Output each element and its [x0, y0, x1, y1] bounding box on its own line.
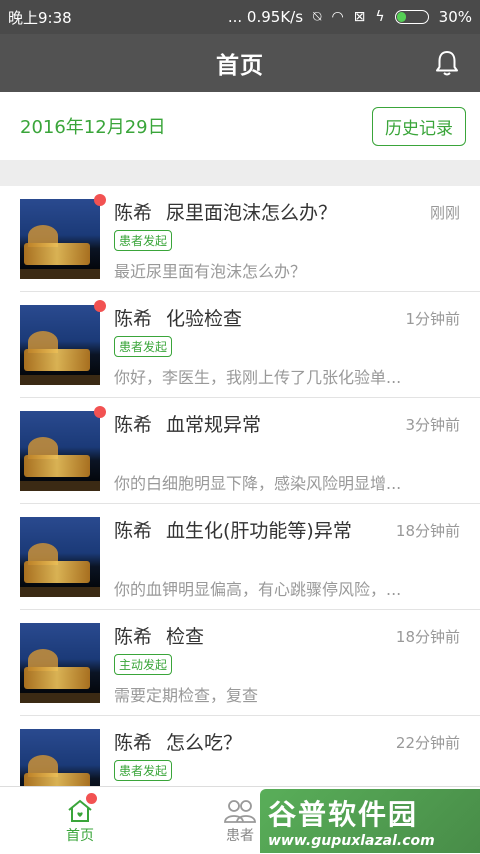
watermark-line2: www.gupuxlazal.com: [268, 833, 435, 849]
unread-dot: [94, 406, 106, 418]
patients-icon: [224, 799, 256, 823]
message-subject: 尿里面泡沫怎么办？: [166, 202, 338, 224]
app-bar: 首页: [0, 34, 480, 92]
message-time: 刚刚: [429, 204, 460, 222]
message-subject: 血常规异常: [166, 414, 262, 436]
date-bar: 2016年12月29日 历史记录: [0, 92, 480, 160]
status-time: 晚上9:38: [8, 8, 72, 27]
message-time: 18分钟前: [395, 628, 460, 646]
message-subject: 检查: [166, 626, 205, 648]
message-header: 陈希 怎么吃？: [114, 728, 384, 755]
message-list[interactable]: 陈希 尿里面泡沫怎么办？ 刚刚 患者发起 最近尿里面有泡沫怎么办？ 陈希 化验检查 1分钟前患…: [0, 186, 480, 786]
section-divider: [0, 160, 480, 186]
patient-avatar: [20, 517, 100, 597]
bell-icon[interactable]: [432, 48, 462, 78]
message-header: 陈希 化验检查: [114, 304, 384, 331]
message-preview: 最近尿里面有泡沫怎么办？: [114, 262, 307, 281]
origin-tag: 主动发起: [114, 654, 173, 675]
unread-dot: [94, 300, 106, 312]
patient-name: 陈希: [114, 308, 153, 330]
message-preview: 需要定期检查，复查: [114, 686, 259, 705]
message-preview: 你的血钾明显偏高，有心跳骤停风险，...: [114, 580, 402, 599]
message-time: 1分钟前: [405, 310, 460, 328]
patient-avatar: [20, 199, 100, 279]
list-item[interactable]: 陈希 怎么吃？ 22分钟前患者发起: [20, 716, 480, 786]
origin-tag: 患者发起: [114, 336, 173, 357]
patient-name: 陈希: [114, 414, 153, 436]
patient-name: 陈希: [114, 202, 153, 224]
list-item[interactable]: 陈希 血常规异常 3分钟前你的白细胞明显下降，感染风险明显增...: [20, 398, 480, 504]
mute-icon: ⍉: [313, 9, 322, 25]
patient-name: 陈希: [114, 520, 153, 542]
battery-icon: [394, 10, 429, 24]
message-subject: 怎么吃？: [166, 732, 243, 754]
status-icons: ... 0.95K/s ⍉ ◠ ⊠ ϟ 30%: [228, 8, 472, 26]
tab-patients-label: 患者: [226, 827, 254, 844]
current-date: 2016年12月29日: [20, 117, 166, 138]
message-time: 3分钟前: [405, 416, 460, 434]
no-sim-icon: ⊠: [353, 9, 366, 25]
tab-home[interactable]: 首页: [0, 787, 160, 854]
battery-percent: 30%: [438, 8, 472, 26]
message-preview: 你的白细胞明显下降，感染风险明显增...: [114, 474, 402, 493]
watermark-line1: 谷普软件园: [268, 798, 419, 831]
message-time: 22分钟前: [395, 734, 460, 752]
message-header: 陈希 尿里面泡沫怎么办？: [114, 198, 384, 225]
watermark-logo: 谷普软件园 www.gupuxlazal.com: [260, 789, 480, 853]
charging-icon: ϟ: [375, 9, 385, 25]
network-speed: ... 0.95K/s: [227, 8, 304, 26]
page-title: 首页: [216, 53, 264, 79]
message-header: 陈希 检查: [114, 622, 384, 649]
list-item[interactable]: 陈希 检查 18分钟前主动发起需要定期检查，复查: [20, 610, 480, 716]
list-item[interactable]: 陈希 化验检查 1分钟前患者发起你好，李医生，我刚上传了几张化验单...: [20, 292, 480, 398]
tab-home-label: 首页: [66, 827, 94, 844]
origin-tag: 患者发起: [114, 760, 173, 781]
message-header: 陈希 血生化(肝功能等)异常: [114, 516, 384, 543]
patient-avatar: [20, 729, 100, 786]
history-button[interactable]: 历史记录: [372, 106, 466, 146]
list-item[interactable]: 陈希 尿里面泡沫怎么办？ 刚刚患者发起最近尿里面有泡沫怎么办？: [20, 186, 480, 292]
home-badge-dot: [86, 793, 97, 804]
status-bar: 晚上9:38 ... 0.95K/s ⍉ ◠ ⊠ ϟ 30%: [0, 0, 480, 34]
patient-avatar: [20, 305, 100, 385]
message-header: 陈希 血常规异常: [114, 410, 384, 437]
message-time: 18分钟前: [395, 522, 460, 540]
patient-avatar: [20, 623, 100, 703]
list-item[interactable]: 陈希 血生化(肝功能等)异常 18分钟前你的血钾明显偏高，有心跳骤停风险，...: [20, 504, 480, 610]
origin-tag: 患者发起: [114, 230, 173, 251]
wifi-icon: ◠: [331, 9, 344, 25]
message-preview: 你好，李医生，我刚上传了几张化验单...: [114, 368, 402, 387]
message-subject: 化验检查: [166, 308, 243, 330]
patient-avatar: [20, 411, 100, 491]
message-subject: 血生化(肝功能等)异常: [166, 520, 352, 542]
unread-dot: [94, 194, 106, 206]
patient-name: 陈希: [114, 626, 153, 648]
patient-name: 陈希: [114, 732, 153, 754]
